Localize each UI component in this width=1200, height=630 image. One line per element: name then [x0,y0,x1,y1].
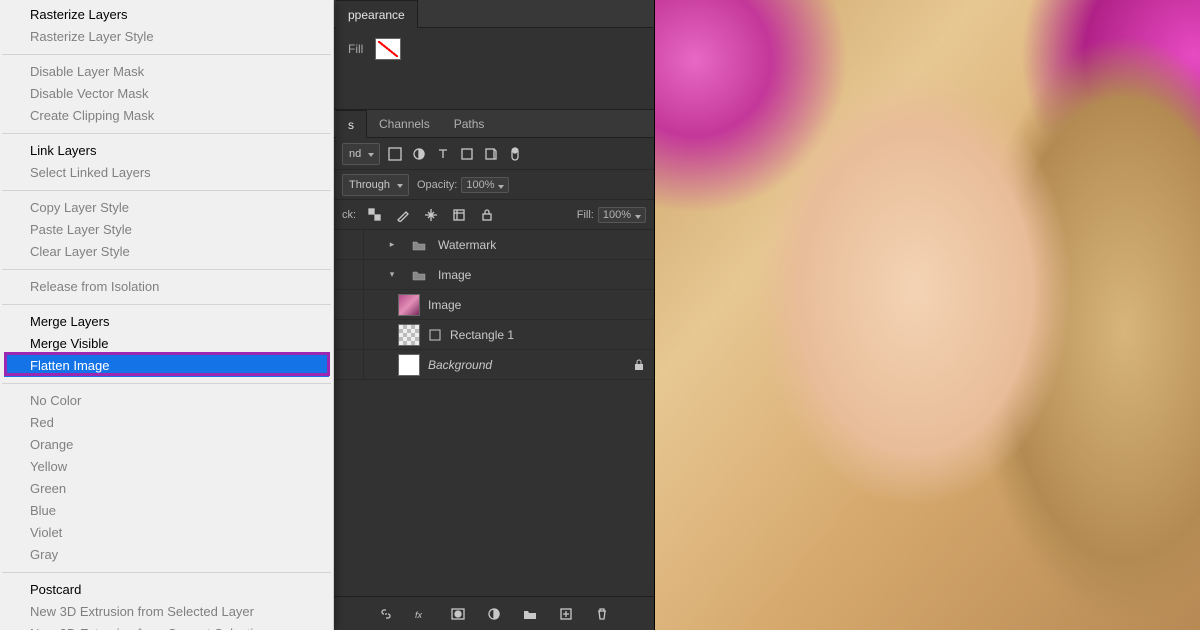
layer-row-background[interactable]: Background [334,350,654,380]
menu-separator [2,269,331,270]
link-layers-icon[interactable] [377,605,395,623]
menu-item-gray: Gray [0,544,333,566]
menu-item-orange: Orange [0,434,333,456]
menu-item-copy-layer-style: Copy Layer Style [0,197,333,219]
fill-label: Fill [348,42,363,56]
blend-mode-select[interactable]: Through [342,174,409,196]
menu-item-postcard[interactable]: Postcard [0,579,333,601]
tab-paths[interactable]: Paths [442,110,497,138]
menu-separator [2,133,331,134]
menu-separator [2,190,331,191]
menu-item-blue: Blue [0,500,333,522]
menu-separator [2,304,331,305]
layer-thumbnail [398,354,420,376]
menu-separator [2,572,331,573]
group-icon[interactable] [521,605,539,623]
mask-icon[interactable] [449,605,467,623]
layers-footer: fx [334,596,654,630]
lock-label: ck: [342,209,356,221]
layer-thumbnail [398,324,420,346]
fill-opacity-label: Fill: [577,209,594,221]
layer-name-label[interactable]: Watermark [438,238,646,252]
tab-layers[interactable]: s [336,110,367,138]
menu-item-violet: Violet [0,522,333,544]
menu-item-new-3d-extrusion-from-current-selection: New 3D Extrusion from Current Selection [0,623,333,630]
fill-swatch-none[interactable] [375,38,401,60]
filter-shape-icon[interactable] [458,145,476,163]
menu-item-clear-layer-style: Clear Layer Style [0,241,333,263]
menu-item-red: Red [0,412,333,434]
document-canvas[interactable] [655,0,1200,630]
menu-item-rasterize-layer-style: Rasterize Layer Style [0,26,333,48]
fx-icon[interactable]: fx [413,605,431,623]
menu-separator [2,383,331,384]
filter-pixel-icon[interactable] [386,145,404,163]
layer-row-image[interactable]: Image [334,290,654,320]
tab-channels[interactable]: Channels [367,110,442,138]
layer-row-image[interactable]: ▾ Image [334,260,654,290]
chevron-right-icon[interactable]: ▸ [384,239,400,250]
adjustment-icon[interactable] [485,605,503,623]
menu-item-merge-visible[interactable]: Merge Visible [0,333,333,355]
fill-opacity-input[interactable]: 100% [598,207,646,223]
menu-item-link-layers[interactable]: Link Layers [0,140,333,162]
visibility-toggle[interactable] [334,350,364,379]
folder-icon [408,264,430,286]
shape-icon [428,328,442,342]
menu-item-disable-vector-mask: Disable Vector Mask [0,83,333,105]
visibility-toggle[interactable] [334,290,364,319]
menu-item-select-linked-layers: Select Linked Layers [0,162,333,184]
filter-toggle[interactable] [506,145,524,163]
layer-row-watermark[interactable]: ▸ Watermark [334,230,654,260]
svg-text:fx: fx [415,610,423,620]
layer-name-label[interactable]: Background [428,358,624,372]
layer-thumbnail [398,294,420,316]
layer-name-label[interactable]: Image [428,298,646,312]
visibility-toggle[interactable] [334,260,364,289]
menu-item-paste-layer-style: Paste Layer Style [0,219,333,241]
menu-item-create-clipping-mask: Create Clipping Mask [0,105,333,127]
menu-item-green: Green [0,478,333,500]
layer-name-label[interactable]: Rectangle 1 [450,328,646,342]
trash-icon[interactable] [593,605,611,623]
new-layer-icon[interactable] [557,605,575,623]
layer-row-rectangle-1[interactable]: Rectangle 1 [334,320,654,350]
menu-item-merge-layers[interactable]: Merge Layers [0,311,333,333]
menu-item-disable-layer-mask: Disable Layer Mask [0,61,333,83]
lock-position-icon[interactable] [422,206,440,224]
filter-smart-icon[interactable] [482,145,500,163]
menu-item-new-3d-extrusion-from-selected-layer: New 3D Extrusion from Selected Layer [0,601,333,623]
lock-icon [632,358,646,372]
layer-context-menu: Rasterize LayersRasterize Layer Style Dis… [0,0,334,630]
layer-name-label[interactable]: Image [438,268,646,282]
lock-pixels-icon[interactable] [394,206,412,224]
menu-item-yellow: Yellow [0,456,333,478]
right-panels: ppearance Fill s Channels Paths nd [334,0,655,630]
menu-item-release-from-isolation: Release from Isolation [0,276,333,298]
opacity-input[interactable]: 100% [461,177,509,193]
properties-panel: ppearance Fill [334,0,654,110]
layer-filter-kind[interactable]: nd [342,143,380,165]
menu-separator [2,54,331,55]
lock-artboard-icon[interactable] [450,206,468,224]
visibility-toggle[interactable] [334,230,364,259]
lock-transparency-icon[interactable] [366,206,384,224]
tab-appearance[interactable]: ppearance [336,0,418,28]
layer-tree: ▸ Watermark ▾ Image Image Rectangle 1 Backgrou… [334,230,654,596]
menu-item-flatten-image[interactable]: Flatten Image [4,355,329,377]
filter-adjust-icon[interactable] [410,145,428,163]
chevron-down-icon[interactable]: ▾ [384,269,400,280]
lock-all-icon[interactable] [478,206,496,224]
menu-item-rasterize-layers[interactable]: Rasterize Layers [0,4,333,26]
layers-panel: s Channels Paths nd Through Opacity: 100… [334,110,654,630]
menu-item-no-color: No Color [0,390,333,412]
opacity-label: Opacity: [417,179,457,191]
filter-type-icon[interactable] [434,145,452,163]
folder-icon [408,234,430,256]
visibility-toggle[interactable] [334,320,364,349]
